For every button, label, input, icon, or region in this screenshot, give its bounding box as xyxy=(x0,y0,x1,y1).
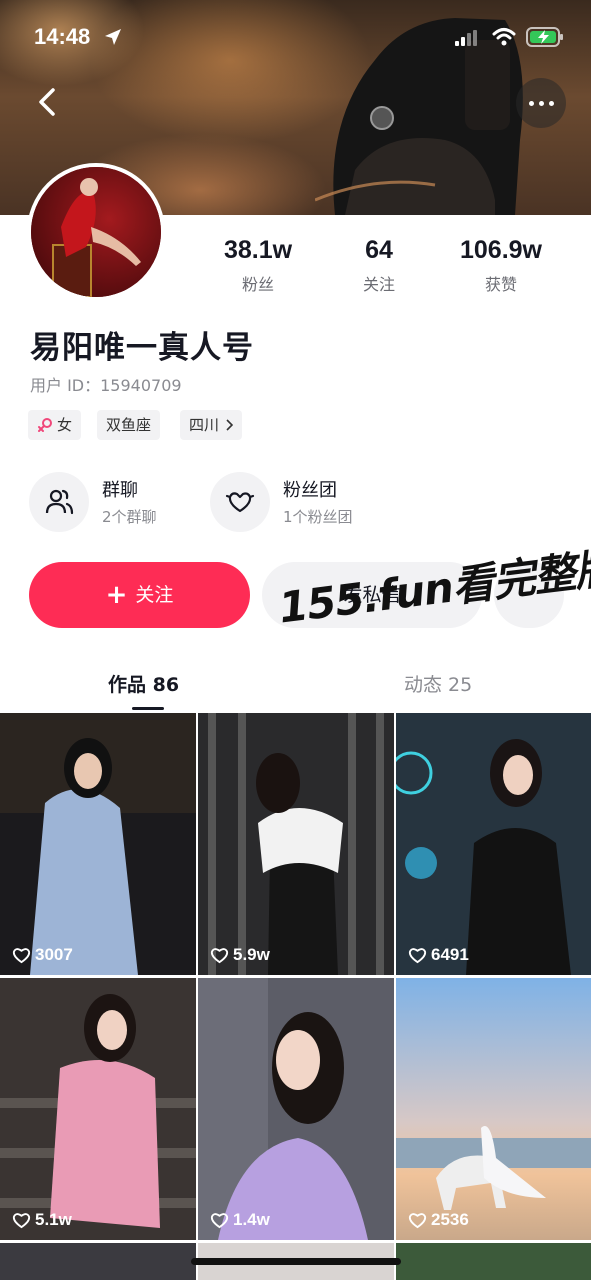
video-thumbnail[interactable]: 3007 xyxy=(0,713,196,975)
like-count: 6491 xyxy=(408,945,469,965)
gender-tag: 女 xyxy=(28,410,82,440)
location-tag[interactable]: 四川 xyxy=(180,410,243,440)
status-time: 14:48 xyxy=(34,24,91,49)
thumbnail-image xyxy=(0,713,196,975)
tab-posts[interactable]: 动态 25 xyxy=(404,670,472,697)
fan-club-icon-wrap xyxy=(210,472,270,532)
plus-icon: + xyxy=(105,580,128,610)
stat-likes[interactable]: 106.9w 获赞 xyxy=(441,236,561,295)
chevron-right-icon xyxy=(226,419,234,431)
video-thumbnail[interactable] xyxy=(0,1243,196,1280)
stat-following[interactable]: 64 关注 xyxy=(319,236,439,295)
video-thumbnail[interactable]: 6491 xyxy=(396,713,591,975)
thumbnail-image xyxy=(0,978,196,1240)
like-count: 5.1w xyxy=(12,1210,72,1230)
profile-name: 易阳唯一真人号 xyxy=(30,330,254,366)
stat-label: 关注 xyxy=(362,275,395,294)
like-value: 5.1w xyxy=(35,1210,72,1229)
video-thumbnail[interactable]: 5.1w xyxy=(0,978,196,1240)
video-thumbnail[interactable]: 1.4w xyxy=(198,978,394,1240)
like-value: 3007 xyxy=(35,945,73,964)
avatar-image xyxy=(31,167,161,297)
stat-followers[interactable]: 38.1w 粉丝 xyxy=(198,236,318,295)
thumbnail-image xyxy=(396,713,591,975)
group-chat-title: 群聊 xyxy=(102,480,138,501)
heart-icon xyxy=(408,947,427,963)
more-dot-icon xyxy=(539,101,544,106)
user-id: 用户 ID：15940709 xyxy=(30,376,182,395)
fan-club-title: 粉丝团 xyxy=(283,480,337,501)
follow-button[interactable]: + 关注 xyxy=(29,562,250,628)
group-chat-icon xyxy=(45,489,74,515)
thumbnail-image xyxy=(396,1243,591,1280)
location-label: 四川 xyxy=(189,416,220,434)
follow-label: 关注 xyxy=(135,584,174,606)
group-chat-subtitle: 2个群聊 xyxy=(102,508,157,526)
heart-icon xyxy=(210,1212,229,1228)
more-dot-icon xyxy=(549,101,554,106)
stat-label: 粉丝 xyxy=(241,275,274,294)
like-count: 1.4w xyxy=(210,1210,270,1230)
gender-label: 女 xyxy=(57,416,73,434)
video-thumbnail[interactable] xyxy=(396,1243,591,1280)
wifi-icon xyxy=(492,28,516,46)
heart-icon xyxy=(210,947,229,963)
heart-icon xyxy=(12,1212,31,1228)
more-dot-icon xyxy=(529,101,534,106)
more-options-button[interactable] xyxy=(516,78,566,128)
stat-value: 106.9w xyxy=(459,236,542,264)
heart-icon xyxy=(12,947,31,963)
tab-works[interactable]: 作品 86 xyxy=(108,670,179,697)
stat-value: 64 xyxy=(365,236,393,264)
like-count: 5.9w xyxy=(210,945,270,965)
thumbnail-image xyxy=(198,978,394,1240)
like-value: 1.4w xyxy=(233,1210,270,1229)
like-value: 6491 xyxy=(431,945,469,964)
thumbnail-image xyxy=(198,713,394,975)
video-thumbnail[interactable]: 5.9w xyxy=(198,713,394,975)
stat-label: 获赞 xyxy=(484,275,517,294)
like-value: 2536 xyxy=(431,1210,469,1229)
cellular-signal-icon xyxy=(455,30,477,46)
stat-value: 38.1w xyxy=(223,236,293,264)
location-arrow-icon xyxy=(105,29,121,45)
avatar[interactable] xyxy=(27,163,165,301)
like-count: 3007 xyxy=(12,945,73,965)
like-value: 5.9w xyxy=(233,945,270,964)
zodiac-tag: 双鱼座 xyxy=(97,410,161,440)
thumbnail-image xyxy=(396,978,591,1240)
heart-badge-icon xyxy=(225,492,255,513)
fan-club-subtitle: 1个粉丝团 xyxy=(283,508,353,526)
home-indicator xyxy=(191,1258,401,1265)
battery-charging-icon xyxy=(526,27,563,47)
heart-icon xyxy=(408,1212,427,1228)
female-icon xyxy=(38,418,52,432)
back-icon[interactable] xyxy=(28,82,68,122)
thumbnail-image xyxy=(0,1243,196,1280)
video-thumbnail[interactable]: 2536 xyxy=(396,978,591,1240)
status-bar: 14:48 xyxy=(0,0,591,76)
tab-indicator xyxy=(132,707,164,710)
fan-club-entry[interactable]: 粉丝团 1个粉丝团 xyxy=(210,472,380,532)
like-count: 2536 xyxy=(408,1210,469,1230)
group-chat-entry[interactable]: 群聊 2个群聊 xyxy=(29,472,189,532)
group-chat-icon-wrap xyxy=(29,472,89,532)
